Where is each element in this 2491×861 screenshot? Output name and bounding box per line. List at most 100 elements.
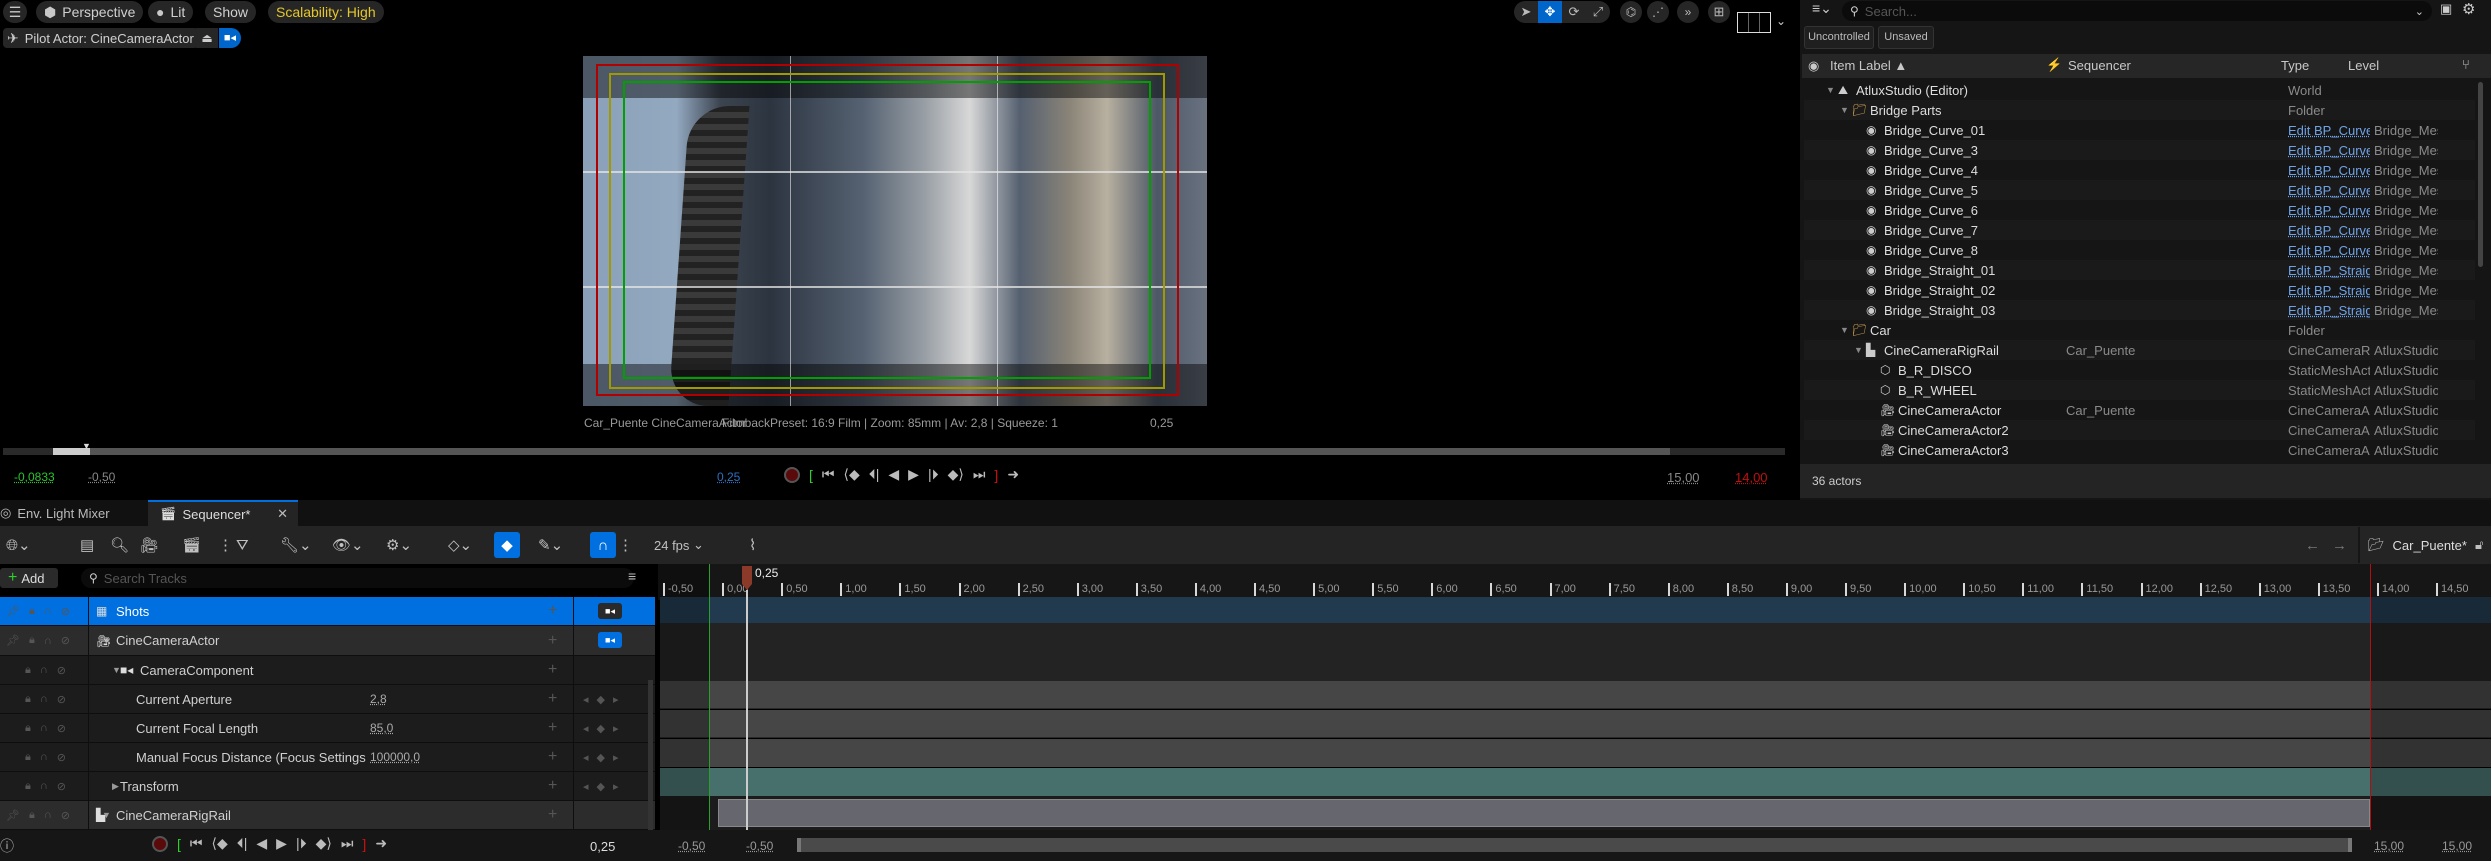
add-key-plus-icon[interactable]: + (548, 748, 557, 766)
camera-button[interactable]: 🎥︎ (140, 533, 159, 557)
mute-icon[interactable]: ⊘ (57, 722, 66, 735)
edit-mode-button[interactable]: ✎ ⌄ (538, 533, 563, 557)
back-arrow-button[interactable]: ← (2305, 533, 2320, 557)
add-key-plus-icon[interactable]: + (548, 632, 557, 650)
end-marker-line[interactable] (2370, 564, 2371, 830)
outliner-row[interactable]: ⬡ B_R_DISCO StaticMeshActorAtluxStudio (1804, 360, 2475, 380)
track-row[interactable]: 📌︎ 🔒︎ ∩ ⊘ ▦ Shots + ■◂ (0, 597, 655, 626)
solo-icon[interactable]: ∩ (44, 605, 52, 617)
step-forward-icon[interactable]: |⏵ (296, 835, 307, 852)
mute-icon[interactable]: ⊘ (57, 664, 66, 677)
previous-key-icon[interactable]: ⟨◆ (844, 466, 860, 483)
select-mode-button[interactable]: ➤ (1514, 1, 1538, 23)
camera-cut-toggle[interactable]: ■◂ (598, 603, 622, 619)
prev-key-icon[interactable]: ◂ (583, 694, 597, 706)
step-forward-icon[interactable]: |⏵ (928, 466, 939, 483)
lane-transform[interactable] (660, 768, 2491, 796)
viewport-menu-button[interactable]: ☰ (3, 1, 27, 23)
outliner-row[interactable]: 🎥︎CineCameraActor3 CineCameraActorAtluxSt… (1804, 440, 2475, 460)
item-type[interactable]: Edit BP_Curve (2288, 163, 2370, 178)
outliner-scrollbar[interactable] (2478, 82, 2483, 267)
camera-cut-toggle[interactable]: ■◂ (598, 632, 622, 648)
more-tools-button[interactable]: » (1677, 1, 1699, 23)
solo-icon[interactable]: ∩ (44, 635, 52, 647)
playback-options-button[interactable]: ⚙ ⌄ (386, 533, 412, 557)
add-key-plus-icon[interactable]: + (548, 661, 557, 679)
tab-sequencer[interactable]: 🎬︎ Sequencer* ✕ (148, 500, 298, 526)
next-key-icon[interactable]: ▸ (613, 723, 627, 735)
track-row[interactable]: 📌︎ 🔒︎ ∩ ⊘ ▼ ▙ CineCameraRigRail + (0, 801, 655, 830)
expander-arrow[interactable]: ▼ (1840, 105, 1849, 115)
find-asset-button[interactable]: 🔍︎ (110, 533, 129, 557)
col-sequencer[interactable]: Sequencer (2068, 58, 2131, 73)
rotate-mode-button[interactable]: ⟳ (1562, 1, 1586, 23)
close-icon[interactable]: ✕ (277, 506, 288, 522)
lane-focus-distance[interactable] (660, 739, 2491, 767)
footer-range-scrollbar[interactable] (797, 838, 2352, 852)
branch-icon[interactable]: ⑂ (2462, 57, 2470, 72)
viewport-sizing-button[interactable] (1737, 12, 1771, 33)
eject-button[interactable]: ⏏ (196, 28, 218, 48)
lock-icon[interactable]: 🔒︎ (25, 780, 31, 793)
start-marker-line[interactable] (709, 564, 710, 830)
mute-icon[interactable]: ⊘ (57, 751, 66, 764)
gear-icon[interactable]: ⚙ (2462, 0, 2475, 18)
loop-arrow-icon[interactable]: ➜ (375, 835, 387, 852)
item-type[interactable]: Edit BP_Curve (2288, 223, 2370, 238)
sequence-breadcrumb[interactable]: 📂︎ Car_Puente* 🔓︎ (2368, 533, 2483, 557)
record-button[interactable] (784, 466, 800, 483)
track-row[interactable]: 🔒︎ ∩ ⊘ Current Focal Length 85,0 + ◂◆▸ (0, 714, 655, 743)
outliner-row[interactable]: ◉ Bridge_Curve_7 Edit BP_Curve Bridge_Meshe… (1804, 220, 2475, 240)
outliner-row[interactable]: ◉ Bridge_Curve_6 Edit BP_Curve Bridge_Meshe… (1804, 200, 2475, 220)
add-key-icon[interactable]: ◆ (597, 694, 613, 706)
lock-icon[interactable]: 🔒︎ (25, 722, 31, 735)
outliner-row[interactable]: ◉ Bridge_Straight_01 Edit BP_Straight Bridg… (1804, 260, 2475, 280)
jump-to-end-icon[interactable]: ⏭ (341, 835, 354, 852)
search-tracks-input[interactable]: ⚲ Search Tracks (81, 568, 634, 588)
outliner-row[interactable]: ◉ Bridge_Curve_5 Edit BP_Curve Bridge_Meshe… (1804, 180, 2475, 200)
lane-focal-length[interactable] (660, 710, 2491, 738)
perspective-button[interactable]: ⬢ Perspective (36, 1, 144, 23)
solo-icon[interactable]: ∩ (40, 722, 48, 734)
pin-icon[interactable]: 📌︎ (6, 809, 20, 822)
play-reverse-icon[interactable]: ◀ (888, 466, 899, 483)
info-icon[interactable]: ⓘ (0, 836, 14, 856)
jump-to-end-icon[interactable]: ⏭ (973, 466, 986, 483)
lock-icon[interactable]: 🔒︎ (25, 664, 31, 677)
add-key-plus-icon[interactable]: + (548, 690, 557, 708)
set-start-button[interactable]: [ (177, 836, 181, 852)
add-key-icon[interactable]: ◆ (597, 723, 613, 735)
item-type[interactable]: Edit BP_Straight (2288, 303, 2370, 318)
playback-current-time[interactable]: 0,25 (717, 470, 777, 484)
lock-icon[interactable]: 🔒︎ (25, 751, 31, 764)
next-key-icon[interactable]: ▸ (613, 694, 627, 706)
track-row[interactable]: 🔒︎ ∩ ⊘ ▶ Transform + ◂◆▸ (0, 772, 655, 801)
pin-icon[interactable]: 📌︎ (6, 634, 20, 647)
viewport-render[interactable] (583, 56, 1207, 406)
outliner-row[interactable]: ◉ Bridge_Curve_4 Edit BP_Curve Bridge_Meshe… (1804, 160, 2475, 180)
render-movie-button[interactable]: 🎬︎ (182, 533, 201, 557)
chevron-down-icon[interactable]: ⌄ (2415, 5, 2424, 18)
outliner-row[interactable]: 🎥︎CineCameraActorCar_PuenteCineCameraAct… (1804, 400, 2475, 420)
expander-arrow[interactable]: ▼ (1840, 325, 1849, 335)
item-type[interactable]: Edit BP_Straight (2288, 283, 2370, 298)
loop-arrow-icon[interactable]: ➜ (1007, 466, 1019, 483)
item-type[interactable]: Edit BP_Curve (2288, 123, 2370, 138)
lane-shots[interactable] (660, 597, 2491, 623)
view-options-button[interactable]: 👁︎ ⌄ (332, 533, 364, 557)
curve-editor-button[interactable]: ⌇ (749, 533, 756, 557)
lock-icon[interactable]: 🔒︎ (29, 809, 35, 822)
lane-cinecamera[interactable] (660, 623, 2491, 681)
item-type[interactable]: Edit BP_Curve (2288, 183, 2370, 198)
add-key-plus-icon[interactable]: + (548, 719, 557, 737)
next-key-icon[interactable]: ◆⟩ (316, 835, 332, 852)
solo-icon[interactable]: ∩ (40, 664, 48, 676)
scale-mode-button[interactable]: ⤢ (1586, 1, 1610, 23)
filter-unsaved-button[interactable]: Unsaved (1878, 26, 1934, 49)
tab-env-light-mixer[interactable]: ◎ Env. Light Mixer (0, 500, 110, 526)
prev-key-icon[interactable]: ◂ (583, 752, 597, 764)
local-space-button[interactable]: ⌬ (1620, 1, 1642, 23)
auto-key-button[interactable]: ◆ (494, 532, 520, 558)
add-key-icon[interactable]: ◆ (597, 781, 613, 793)
scrub-playhead-marker[interactable]: ▼ (82, 441, 91, 451)
